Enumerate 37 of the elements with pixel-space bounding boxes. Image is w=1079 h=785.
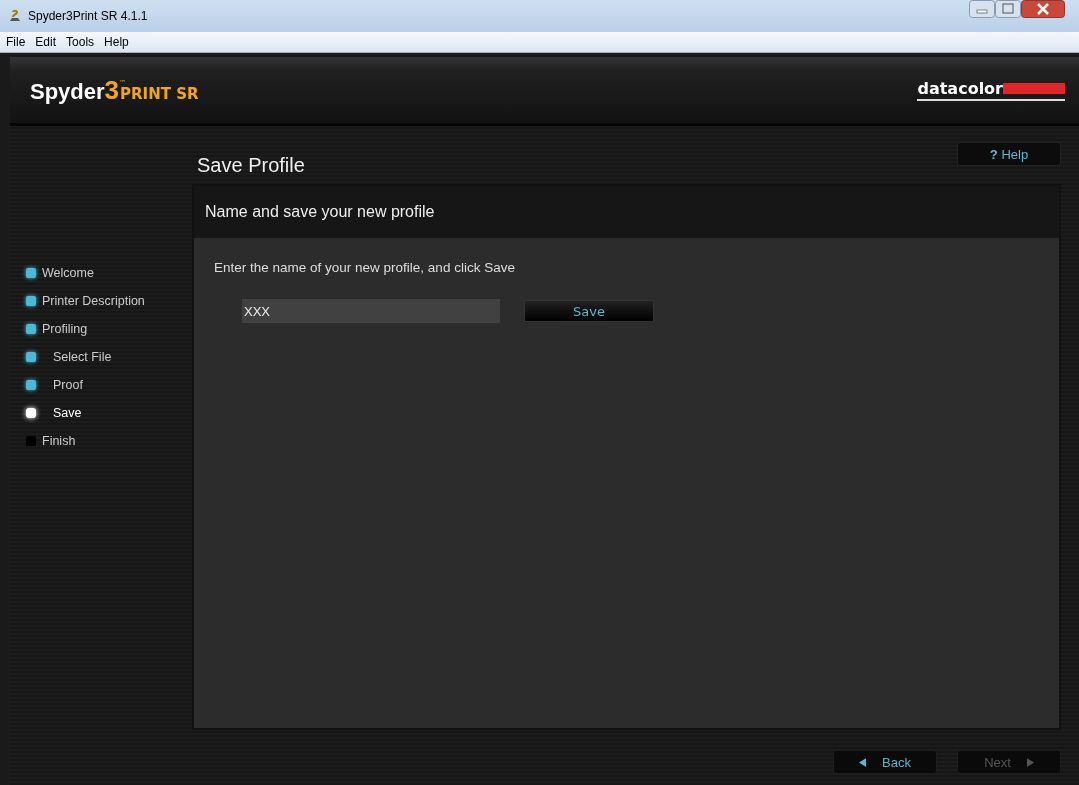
triangle-left-icon: [859, 757, 867, 767]
profile-name-field[interactable]: XXX: [242, 299, 500, 323]
minimize-icon[interactable]: [969, 0, 995, 18]
panel-heading: Name and save your new profile: [205, 203, 435, 221]
close-icon[interactable]: [1021, 0, 1065, 18]
menu-item[interactable]: Tools: [66, 35, 95, 49]
step-indicator: [26, 324, 36, 334]
logo-product: PRINT SR: [120, 84, 199, 103]
step-label: Finish: [42, 434, 76, 448]
step-indicator: [26, 352, 36, 362]
step-indicator: [26, 436, 36, 446]
step-indicator: [26, 296, 36, 306]
help-button[interactable]: ? Help: [957, 142, 1061, 166]
brand-logo: datacolor: [917, 79, 1003, 98]
menu-item[interactable]: Edit: [35, 35, 57, 49]
page-title: Save Profile: [197, 154, 305, 177]
instruction-text: Enter the name of your new profile, and click Save: [214, 260, 516, 275]
menu-item[interactable]: Help: [104, 35, 129, 49]
step-label: Save: [53, 406, 82, 420]
step-label: Profiling: [42, 322, 88, 336]
step-label: Welcome: [42, 266, 94, 280]
nav-button[interactable]: Back: [833, 750, 937, 774]
maximize-icon[interactable]: [995, 0, 1021, 18]
step-indicator: [26, 408, 36, 418]
save-button[interactable]: Save: [524, 300, 654, 322]
step-indicator: [26, 380, 36, 390]
logo-number: 3: [104, 74, 120, 106]
brand-bar: [1003, 83, 1065, 94]
menu-item[interactable]: File: [6, 35, 26, 49]
logo-text: Spyder: [30, 78, 105, 105]
step-label: Select File: [53, 350, 112, 364]
step-indicator: [26, 268, 36, 278]
app-icon: [8, 9, 22, 23]
step-label: Proof: [53, 378, 83, 392]
step-label: Printer Description: [42, 294, 145, 308]
triangle-right-icon: [1026, 757, 1034, 767]
window-title: Spyder3Print SR 4.1.1: [28, 9, 148, 23]
